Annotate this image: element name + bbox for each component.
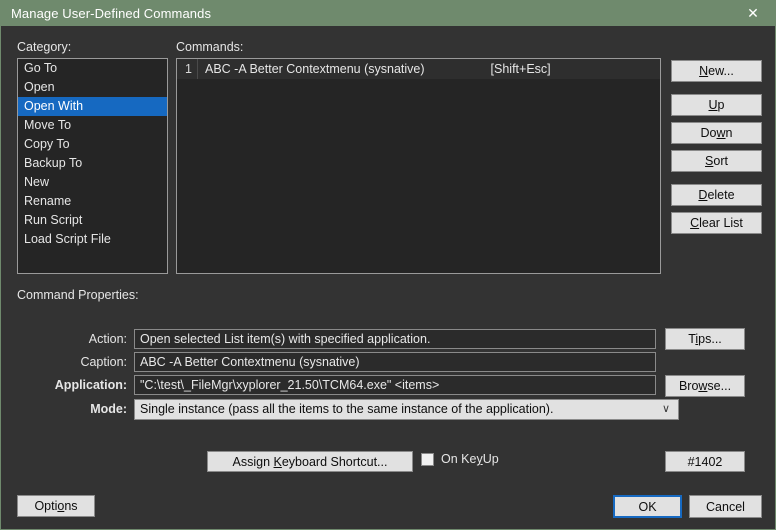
down-button[interactable]: Down <box>671 122 762 144</box>
category-item-move-to[interactable]: Move To <box>18 116 167 135</box>
application-input[interactable]: "C:\test\_FileMgr\xyplorer_21.50\TCM64.e… <box>134 375 656 395</box>
clear-list-button[interactable]: Clear List <box>671 212 762 234</box>
up-button-label: Up <box>708 98 725 112</box>
command-row-index: 1 <box>177 59 198 79</box>
category-item-copy-to[interactable]: Copy To <box>18 135 167 154</box>
category-item-backup-to[interactable]: Backup To <box>18 154 167 173</box>
delete-button[interactable]: Delete <box>671 184 762 206</box>
new-button[interactable]: New... <box>671 60 762 82</box>
options-button-label: Options <box>34 499 78 513</box>
commands-label: Commands: <box>176 40 244 54</box>
action-input[interactable]: Open selected List item(s) with specifie… <box>134 329 656 349</box>
mode-label: Mode: <box>90 402 127 416</box>
close-icon[interactable]: ✕ <box>731 0 775 26</box>
category-item-new[interactable]: New <box>18 173 167 192</box>
clear-list-button-label: Clear List <box>690 216 743 230</box>
category-item-label: Rename <box>24 194 72 208</box>
category-item-label: Open With <box>24 99 84 113</box>
category-item-label: New <box>24 175 50 189</box>
command-properties-label: Command Properties: <box>17 288 139 302</box>
tips-button[interactable]: Tips... <box>665 328 745 350</box>
tips-button-label: Tips... <box>688 332 722 346</box>
category-item-label: Run Script <box>24 213 83 227</box>
ok-button[interactable]: OK <box>613 495 682 518</box>
category-item-open-with[interactable]: Open With <box>18 97 167 116</box>
browse-button-label: Browse... <box>678 379 732 393</box>
up-button[interactable]: Up <box>671 94 762 116</box>
category-item-rename[interactable]: Rename <box>18 192 167 211</box>
title-bar: Manage User-Defined Commands ✕ <box>1 0 775 26</box>
command-row-shortcut: [Shift+Esc] <box>490 62 551 76</box>
on-keyup-checkbox[interactable] <box>421 452 434 466</box>
command-row[interactable]: 1 ABC -A Better Contextmenu (sysnative) [S… <box>177 59 660 79</box>
category-item-open[interactable]: Open <box>18 78 167 97</box>
assign-keyboard-shortcut-button[interactable]: Assign Keyboard Shortcut... <box>207 451 413 472</box>
mode-select-value: Single instance (pass all the items to t… <box>140 402 554 416</box>
category-list[interactable]: Go To Open Open With Move To Copy To Backup T… <box>17 58 168 274</box>
caption-input[interactable]: ABC -A Better Contextmenu (sysnative) <box>134 352 656 372</box>
sort-button[interactable]: Sort <box>671 150 762 172</box>
category-item-go-to[interactable]: Go To <box>18 59 167 78</box>
options-button[interactable]: Options <box>17 495 95 517</box>
category-item-label: Backup To <box>24 156 83 170</box>
category-item-run-script[interactable]: Run Script <box>18 211 167 230</box>
browse-button[interactable]: Browse... <box>665 375 745 397</box>
caption-label: Caption: <box>80 355 127 369</box>
window-title: Manage User-Defined Commands <box>11 5 212 21</box>
chevron-down-icon: ∨ <box>661 403 670 415</box>
on-keyup-checkbox-row[interactable]: On KeyUp <box>421 452 499 466</box>
command-row-name: ABC -A Better Contextmenu (sysnative) <box>205 62 425 76</box>
category-item-label: Go To <box>24 61 58 75</box>
application-label: Application: <box>54 378 127 392</box>
category-item-label: Open <box>24 80 55 94</box>
category-item-label: Move To <box>24 118 72 132</box>
new-button-label: New... <box>699 64 734 78</box>
mode-select[interactable]: Single instance (pass all the items to t… <box>134 399 679 420</box>
id-badge[interactable]: #1402 <box>665 451 745 472</box>
category-item-load-script-file[interactable]: Load Script File <box>18 230 167 249</box>
action-label: Action: <box>88 332 127 346</box>
assign-keyboard-shortcut-label: Assign Keyboard Shortcut... <box>232 454 388 469</box>
cancel-button[interactable]: Cancel <box>689 495 762 518</box>
category-item-label: Load Script File <box>24 232 111 246</box>
manage-commands-dialog: Manage User-Defined Commands ✕ Category:… <box>0 0 776 530</box>
down-button-label: Down <box>700 126 733 140</box>
category-item-label: Copy To <box>24 137 70 151</box>
on-keyup-label: On KeyUp <box>441 452 499 466</box>
delete-button-label: Delete <box>698 188 735 202</box>
category-label: Category: <box>17 40 72 54</box>
commands-list[interactable]: 1 ABC -A Better Contextmenu (sysnative) [S… <box>176 58 661 274</box>
sort-button-label: Sort <box>705 154 728 168</box>
